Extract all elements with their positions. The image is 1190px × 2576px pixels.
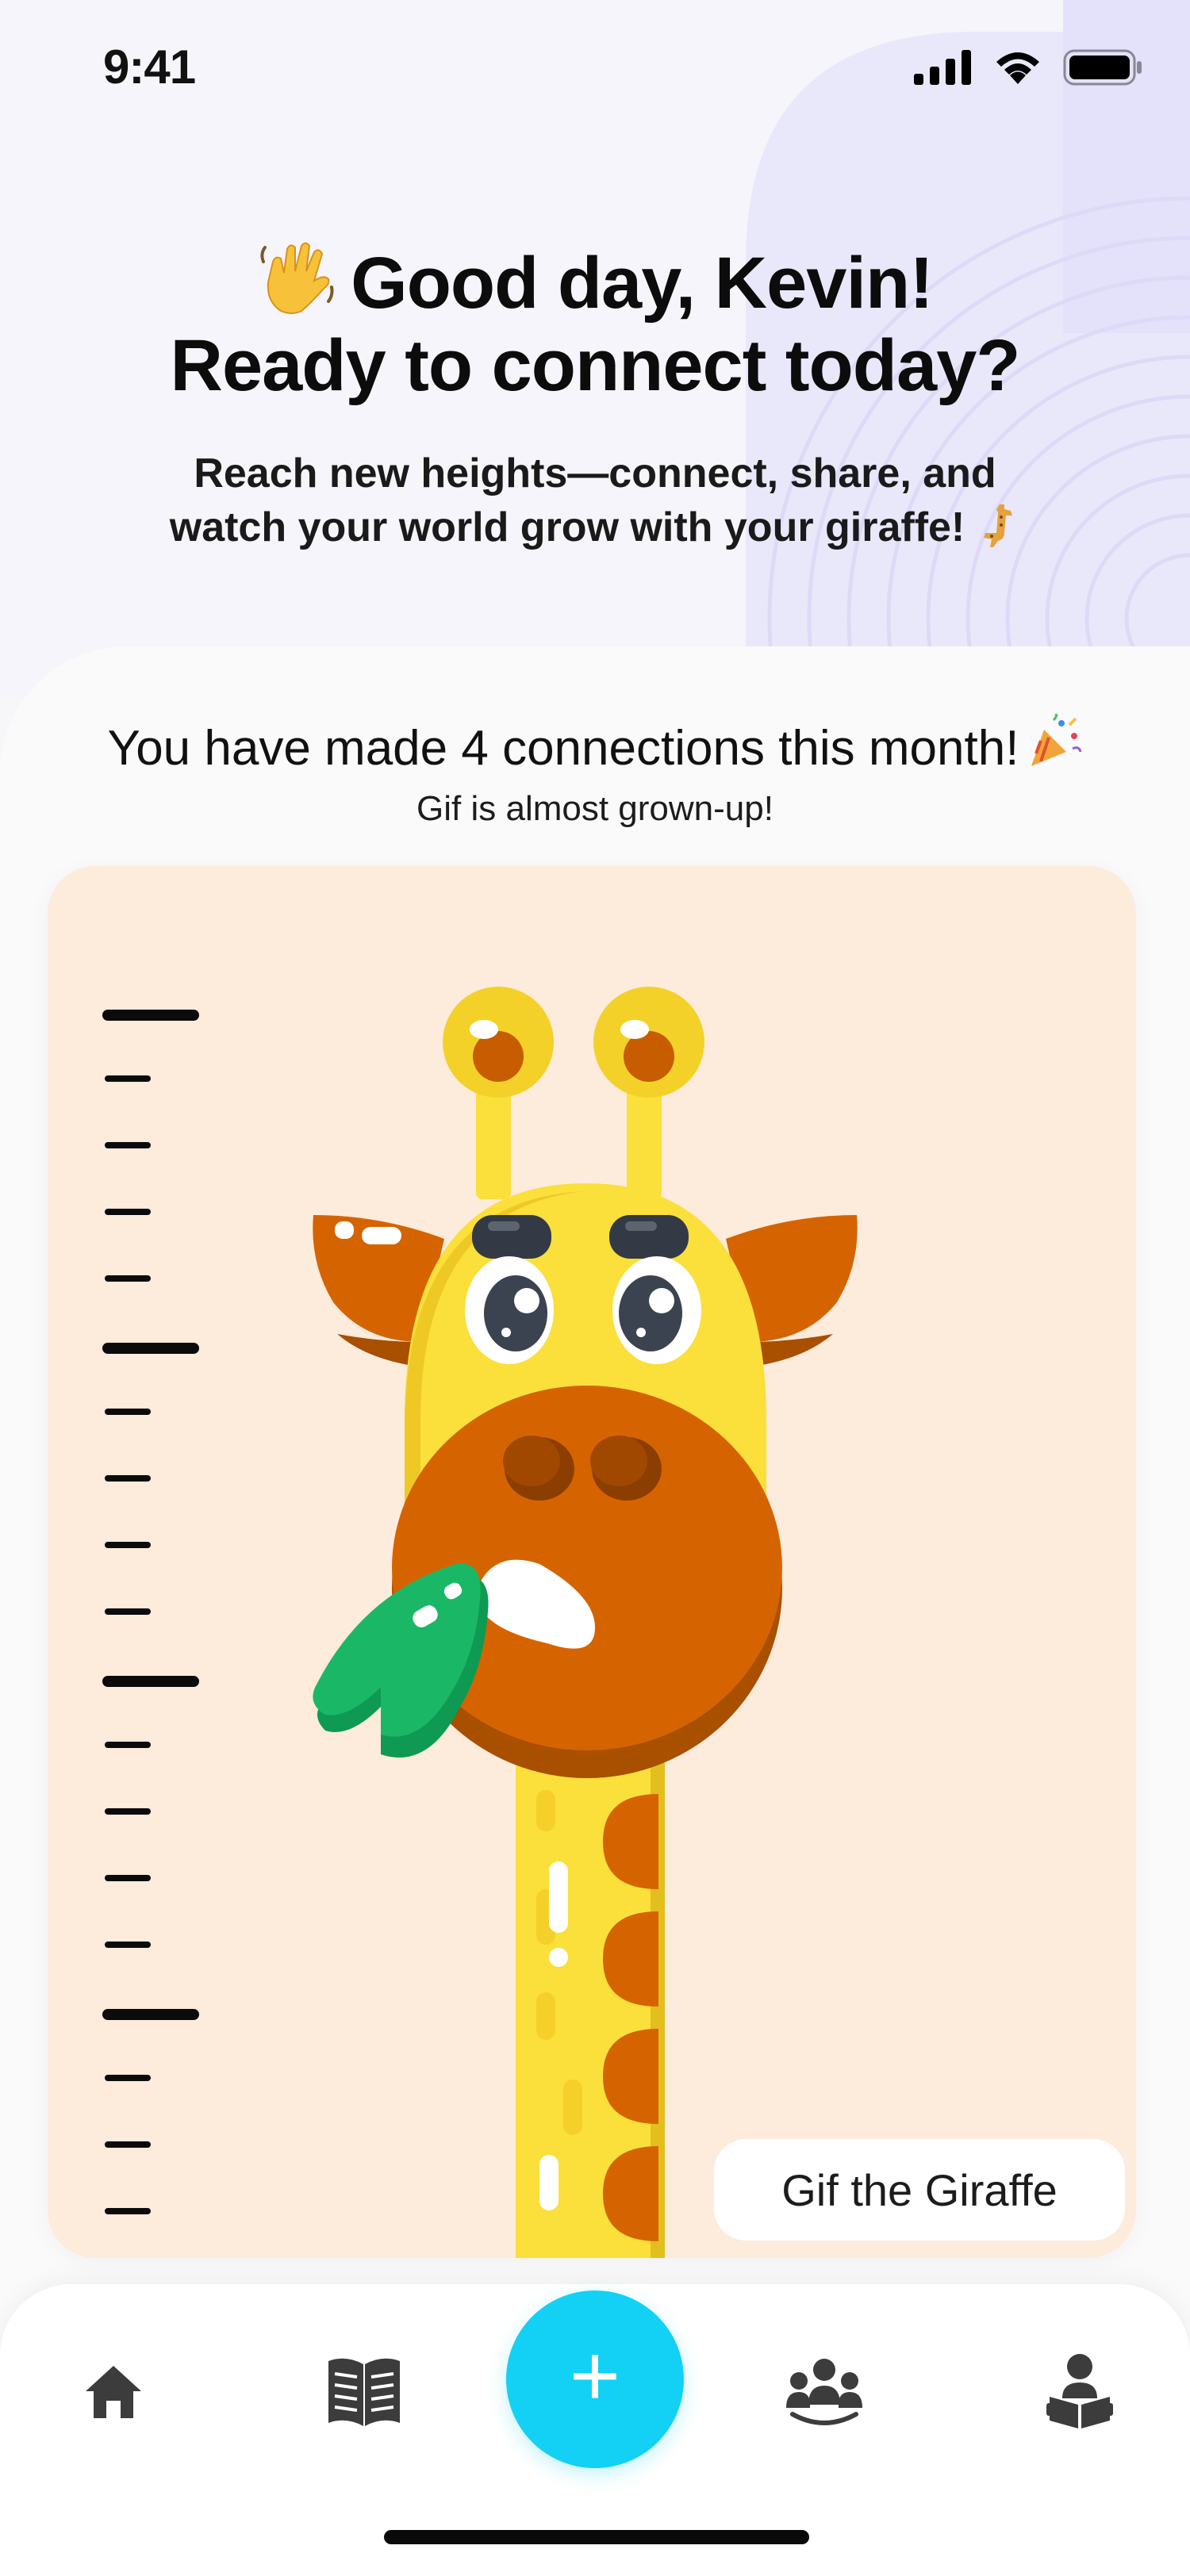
signal-icon: [914, 50, 971, 85]
home-icon: [86, 2366, 141, 2418]
greeting-line1-text: Good day, Kevin!: [351, 243, 934, 324]
battery-icon: [1063, 49, 1142, 86]
giraffe-mascot: [313, 987, 858, 2258]
connections-title: You have made 4 connections this month!: [0, 714, 1190, 776]
add-connection-button[interactable]: +: [506, 2290, 684, 2468]
greeting-subtitle: Ready to connect today?: [170, 325, 1021, 406]
greeting-title: Good day, Kevin!: [0, 238, 1190, 324]
plus-icon: +: [569, 2327, 621, 2425]
tagline-line1: Reach new heights—connect, share, and: [194, 450, 996, 496]
tab-learning[interactable]: [1036, 2348, 1123, 2435]
status-icons: [914, 49, 1142, 86]
greeting-block: Good day, Kevin! Ready to connect today?…: [0, 238, 1190, 554]
tab-community[interactable]: [781, 2348, 868, 2435]
status-bar: 9:41: [0, 0, 1190, 143]
home-indicator: [384, 2530, 809, 2544]
connections-title-text: You have made 4 connections this month!: [107, 721, 1019, 776]
group-icon: [786, 2359, 862, 2425]
app-screen: 9:41 Good day, Kevin! Ready to connect t…: [0, 0, 1190, 2576]
status-time: 9:41: [103, 40, 196, 94]
wifi-icon: [996, 52, 1039, 84]
tab-library[interactable]: [321, 2348, 408, 2435]
waving-hand-icon: [260, 242, 334, 314]
growth-subtitle: Gif is almost grown-up!: [416, 789, 774, 828]
tab-home[interactable]: [70, 2348, 157, 2435]
giraffe-emoji-icon: [984, 504, 1013, 547]
giraffe-growth-panel: Gif the Giraffe: [48, 866, 1136, 2258]
book-icon: [328, 2358, 400, 2426]
party-popper-icon: [1031, 714, 1082, 766]
tagline-line2: watch your world grow with your giraffe!: [169, 504, 965, 550]
tagline-line2-wrap: watch your world grow with your giraffe!: [0, 500, 1190, 554]
tagline: Reach new heights—connect, share, and wa…: [0, 447, 1190, 554]
reader-icon: [1046, 2354, 1113, 2428]
giraffe-name-tag: Gif the Giraffe: [714, 2139, 1125, 2241]
